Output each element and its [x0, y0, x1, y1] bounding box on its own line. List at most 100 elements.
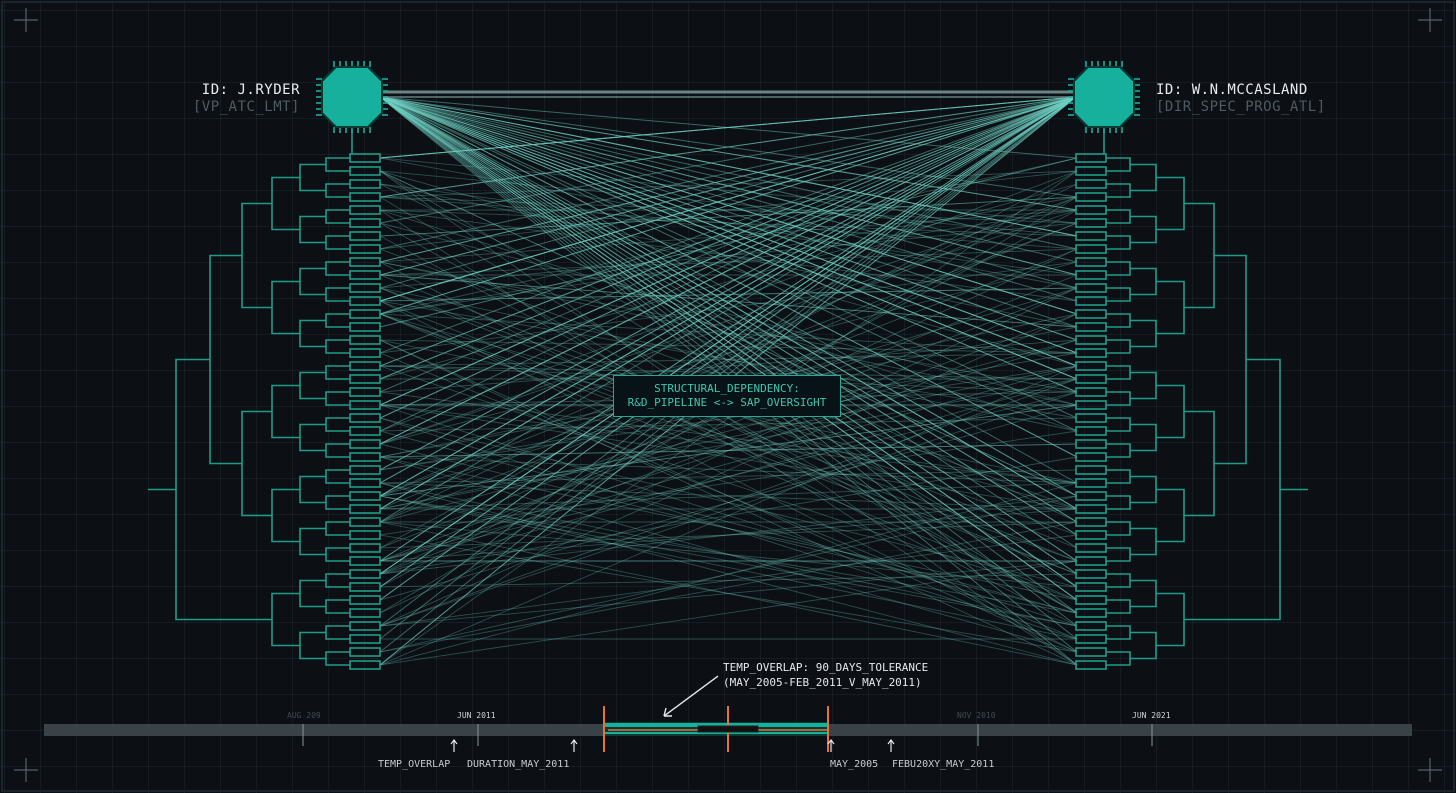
- tree-branch: [1106, 651, 1131, 666]
- tree-leaf: [349, 530, 381, 540]
- tree-branch: [325, 443, 350, 458]
- tree-leaf: [1075, 647, 1107, 657]
- tree-leaf: [1075, 543, 1107, 553]
- tree-leaf: [349, 543, 381, 553]
- tree-leaf: [349, 192, 381, 202]
- tree-leaf: [1075, 205, 1107, 215]
- tree-leaf: [349, 335, 381, 345]
- connection-line: [379, 96, 1077, 224]
- tree-branch: [1106, 495, 1131, 510]
- tree-leaf: [1075, 166, 1107, 176]
- tree-leaf: [349, 205, 381, 215]
- tree-leaf: [349, 257, 381, 267]
- tree-branch: [1106, 547, 1131, 562]
- tree-leaf: [349, 491, 381, 501]
- tree-leaf: [1075, 257, 1107, 267]
- tree-leaf: [349, 660, 381, 670]
- tree-branch: [299, 163, 326, 192]
- chip-body-icon: [1073, 66, 1135, 128]
- tree-branch: [1184, 410, 1215, 517]
- node-role-right: [DIR_SPEC_PROG_ATL]: [1156, 99, 1326, 115]
- tree-branch: [1130, 371, 1157, 400]
- tree-leaf: [349, 361, 381, 371]
- tree-leaf: [349, 569, 381, 579]
- tree-branch: [325, 235, 350, 250]
- tree-branch: [325, 391, 350, 406]
- tree-leaf: [349, 348, 381, 358]
- tree-leaf: [1075, 387, 1107, 397]
- tree-branch: [1156, 280, 1185, 335]
- tree-branch: [1130, 163, 1157, 192]
- tree-branch: [1130, 423, 1157, 452]
- connection-line: [379, 521, 1078, 653]
- tree-branch: [325, 521, 350, 536]
- tree-branch: [209, 254, 242, 465]
- tree-branch: [241, 410, 272, 517]
- tree-branch: [1106, 235, 1131, 250]
- tree-leaf: [349, 179, 381, 189]
- tree-leaf: [1075, 465, 1107, 475]
- corner-crosshair-icon: [14, 758, 38, 782]
- tree-leaf: [349, 322, 381, 332]
- tree-branch: [1156, 488, 1185, 543]
- node-id-right: ID: W.N.MCCASLAND: [1156, 82, 1308, 98]
- tree-leaf: [349, 270, 381, 280]
- tree-leaf: [349, 621, 381, 631]
- connection-line: [379, 183, 1078, 276]
- tree-branch: [325, 625, 350, 640]
- tree-branch: [299, 267, 326, 296]
- tree-leaf: [1075, 348, 1107, 358]
- timeline-marker-label: DURATION_MAY_2011: [467, 759, 570, 770]
- timeline-tick-label: JUN 2011: [457, 711, 496, 720]
- tree-branch: [325, 261, 350, 276]
- tree-branch: [325, 313, 350, 328]
- tree-leaf: [1075, 400, 1107, 410]
- tree-branch: [299, 319, 326, 348]
- tree-leaf: [1075, 218, 1107, 228]
- tree-leaf: [1075, 296, 1107, 306]
- tree-leaf: [1075, 283, 1107, 293]
- tree-leaf: [349, 517, 381, 527]
- tree-leaf: [1075, 192, 1107, 202]
- timeline-marker-label: FEBU20XY_MAY_2011: [892, 759, 995, 770]
- tree-branch: [1130, 631, 1157, 660]
- tree-branch: [325, 339, 350, 354]
- tree-leaf: [349, 452, 381, 462]
- tree-branch: [271, 592, 300, 647]
- tree-branch: [299, 527, 326, 556]
- tree-leaf: [1075, 608, 1107, 618]
- tree-branch: [325, 599, 350, 614]
- tree-branch: [1106, 157, 1131, 172]
- tree-leaf: [1075, 517, 1107, 527]
- tree-leaf: [349, 647, 381, 657]
- tree-branch: [1130, 527, 1157, 556]
- tree-branch: [325, 365, 350, 380]
- timeline-tick-label: NOV 2010: [957, 711, 996, 720]
- chip-body-icon: [321, 66, 383, 128]
- tree-branch: [1106, 365, 1131, 380]
- tree-branch: [1106, 521, 1131, 536]
- tree-branch: [1214, 254, 1247, 465]
- chip-icon-left: [316, 61, 388, 133]
- tree-leaf: [1075, 595, 1107, 605]
- tree-leaf: [1075, 439, 1107, 449]
- center-label-line2: R&D_PIPELINE <-> SAP_OVERSIGHT: [627, 396, 827, 409]
- tree-leaf: [349, 153, 381, 163]
- timeline-tick-label: JUN 2021: [1132, 711, 1171, 720]
- connection-line: [379, 495, 1078, 640]
- overlap-annotation: TEMP_OVERLAP: 90_DAYS_TOLERANCE (MAY_200…: [723, 660, 928, 690]
- tree-leaf: [1075, 621, 1107, 631]
- tree-branch: [1106, 391, 1131, 406]
- tree-branch: [1184, 358, 1281, 621]
- overlap-annotation-line1: TEMP_OVERLAP: 90_DAYS_TOLERANCE: [723, 661, 929, 674]
- connection-line: [379, 261, 1078, 354]
- tree-branch: [325, 651, 350, 666]
- tree-branch: [299, 631, 326, 660]
- node-role-left: [VP_ATC_LMT]: [192, 99, 300, 115]
- tree-branch: [271, 280, 300, 335]
- tree-branch: [1106, 443, 1131, 458]
- center-label-line1: STRUCTURAL_DEPENDENCY:: [654, 382, 800, 395]
- dependency-diagram: ID: J.RYDER [VP_ATC_LMT] ID: W.N.MCCASLA…: [0, 0, 1456, 793]
- connection-line: [379, 573, 1078, 588]
- annotation-arrow: [663, 675, 719, 717]
